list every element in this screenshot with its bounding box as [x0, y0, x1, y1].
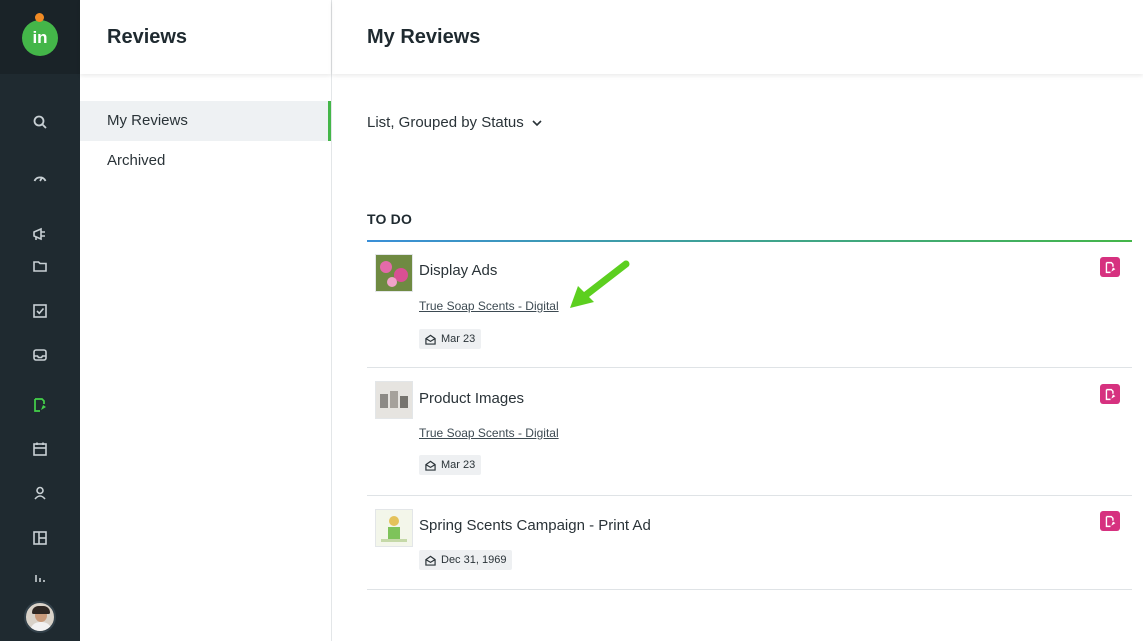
project-link[interactable]: True Soap Scents - Digital — [419, 299, 559, 313]
subnav-title: Reviews — [107, 26, 188, 48]
page-title: My Reviews — [367, 26, 481, 48]
date-text: Mar 23 — [441, 459, 476, 471]
review-card-display-ads[interactable]: Display Ads True Soap Scents - Digital M… — [367, 242, 1132, 368]
chart-icon[interactable] — [28, 568, 52, 582]
review-thumbnail — [375, 254, 413, 292]
view-mode-dropdown[interactable]: List, Grouped by Status — [367, 114, 542, 131]
open-review-button[interactable] — [1100, 384, 1120, 404]
date-badge: Mar 23 — [419, 455, 482, 475]
subnav-item-my-reviews[interactable]: My Reviews — [80, 101, 331, 141]
open-review-button[interactable] — [1100, 511, 1120, 531]
folder-icon[interactable] — [28, 254, 52, 278]
date-text: Mar 23 — [441, 333, 476, 345]
envelope-open-icon — [425, 555, 436, 566]
dashboard-gauge-icon[interactable] — [28, 166, 52, 190]
chevron-down-icon — [532, 114, 542, 131]
date-badge: Dec 31, 1969 — [419, 550, 513, 570]
inbox-icon[interactable] — [28, 343, 52, 367]
reviews-subnav: Reviews My Reviews Archived — [80, 0, 332, 641]
subnav-header: Reviews — [80, 0, 331, 74]
logo-dot — [35, 13, 44, 22]
view-mode-label: List, Grouped by Status — [367, 114, 524, 131]
todo-section-header: TO DO — [367, 209, 1132, 242]
annotation-arrow-icon — [570, 260, 630, 308]
review-icon[interactable] — [28, 393, 52, 417]
avatar-shirt — [30, 622, 52, 631]
app-logo[interactable]: in — [22, 20, 58, 56]
calendar-icon[interactable] — [28, 437, 52, 461]
review-title[interactable]: Display Ads — [419, 262, 497, 279]
subnav-item-label: Archived — [107, 152, 166, 169]
search-icon[interactable] — [28, 110, 52, 134]
review-title[interactable]: Spring Scents Campaign - Print Ad — [419, 517, 651, 534]
main-content: My Reviews List, Grouped by Status TO DO… — [332, 0, 1143, 641]
date-badge: Mar 23 — [419, 329, 482, 349]
review-thumbnail — [375, 381, 413, 419]
open-review-button[interactable] — [1100, 257, 1120, 277]
user-icon[interactable] — [28, 481, 52, 505]
subnav-item-archived[interactable]: Archived — [80, 141, 331, 181]
logo-area: in — [0, 0, 80, 74]
icon-rail: in — [0, 0, 80, 641]
board-icon[interactable] — [28, 526, 52, 550]
review-card-spring-scents[interactable]: Spring Scents Campaign - Print Ad Dec 31… — [367, 496, 1132, 590]
date-text: Dec 31, 1969 — [441, 554, 507, 566]
review-title[interactable]: Product Images — [419, 390, 524, 407]
main-header: My Reviews — [332, 0, 1143, 74]
envelope-open-icon — [425, 334, 436, 345]
task-checkbox-icon[interactable] — [28, 299, 52, 323]
avatar-hair — [32, 606, 50, 614]
envelope-open-icon — [425, 460, 436, 471]
user-avatar[interactable] — [24, 601, 56, 633]
subnav-item-label: My Reviews — [107, 112, 188, 129]
review-thumbnail — [375, 509, 413, 547]
review-card-product-images[interactable]: Product Images True Soap Scents - Digita… — [367, 368, 1132, 496]
section-label: TO DO — [367, 211, 413, 227]
megaphone-icon[interactable] — [28, 222, 52, 246]
project-link[interactable]: True Soap Scents - Digital — [419, 426, 559, 440]
